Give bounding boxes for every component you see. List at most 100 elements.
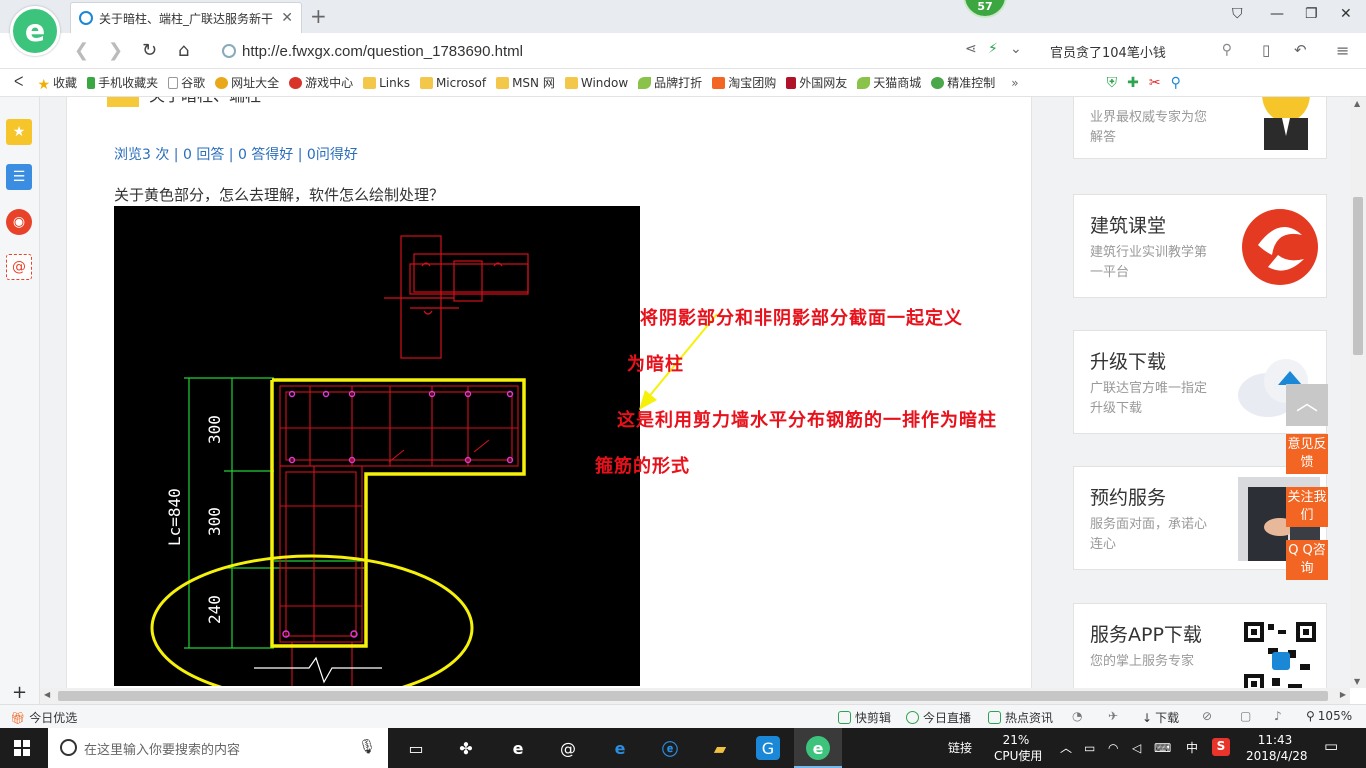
window-icon[interactable]: ▢ <box>1240 709 1251 723</box>
sogou-ime-icon[interactable]: S <box>1212 738 1230 756</box>
horizontal-scroll-thumb[interactable] <box>58 691 1328 701</box>
restore-button[interactable]: ❐ <box>1305 6 1318 22</box>
bookmark-foreign[interactable]: 外国网友 <box>786 74 847 91</box>
status-live[interactable]: 今日直播 <box>906 709 971 726</box>
scroll-left-icon[interactable]: ◀ <box>44 690 50 699</box>
keyboard-icon[interactable]: ⌨ <box>1154 740 1171 756</box>
zoom-control[interactable]: ⚲ 105% <box>1306 709 1352 723</box>
status-download[interactable]: ↓ 下载 <box>1142 709 1179 726</box>
bookmark-msn[interactable]: MSN 网 <box>496 74 555 91</box>
minimize-button[interactable]: — <box>1270 6 1284 22</box>
edge-icon[interactable]: e <box>506 736 530 760</box>
ime-indicator[interactable]: 中 <box>1186 740 1198 756</box>
home-button[interactable]: ⌂ <box>178 40 189 61</box>
app-download-card[interactable]: 服务APP下载 您的掌上服务专家 <box>1073 603 1327 688</box>
bookmark-mobile[interactable]: 手机收藏夹 <box>87 74 158 91</box>
scroll-right-icon[interactable]: ▶ <box>1340 690 1346 699</box>
building-class-card[interactable]: 建筑课堂 建筑行业实训教学第一平台 <box>1073 194 1327 298</box>
bookmark-portal[interactable]: 网址大全 <box>215 74 279 91</box>
cpu-usage[interactable]: 21% CPU使用 <box>994 732 1042 764</box>
clock[interactable]: 11:43 2018/4/28 <box>1246 732 1308 764</box>
upgrade-title: 升级下载 <box>1090 351 1167 373</box>
reader-icon[interactable]: ☰ <box>6 164 32 190</box>
sound-icon[interactable]: ♪ <box>1274 709 1282 723</box>
forward-button[interactable]: ❯ <box>108 40 123 61</box>
bookmarks-more-icon[interactable]: » <box>1011 76 1018 90</box>
close-window-button[interactable]: ✕ <box>1340 6 1352 22</box>
spiral-app-icon[interactable]: @ <box>556 736 580 760</box>
back-button[interactable]: ❮ <box>74 40 89 61</box>
follow-us-button[interactable]: 关注我们 <box>1286 487 1328 527</box>
extension-icon[interactable]: ✚ <box>1127 75 1139 91</box>
shield-icon[interactable]: ⛨ <box>1107 75 1118 91</box>
ie-alt-icon[interactable]: ⓔ <box>658 736 682 760</box>
add-sidebar-button[interactable]: + <box>12 682 27 703</box>
bookmark-precise[interactable]: 精准控制 <box>931 74 995 91</box>
status-news[interactable]: 热点资讯 <box>988 709 1053 726</box>
glodon-app-icon[interactable]: G <box>756 736 780 760</box>
rebar-detail-top <box>384 235 529 359</box>
new-tab-button[interactable]: + <box>310 4 327 28</box>
expert-card[interactable]: 业界最权威专家为您解答 <box>1073 97 1327 159</box>
favorites-icon[interactable]: ★ <box>6 119 32 145</box>
speed-icon[interactable]: ◔ <box>1072 709 1082 723</box>
today-picks[interactable]: 🎁︎ 今日优选 <box>10 709 77 726</box>
microphone-icon[interactable]: 🎙︎ <box>358 739 376 755</box>
notification-center-icon[interactable]: ▭ <box>1324 738 1338 754</box>
menu-icon[interactable]: ≡ <box>1336 41 1349 60</box>
wifi-icon[interactable]: ◠ <box>1108 740 1118 756</box>
bookmark-google[interactable]: 谷歌 <box>168 74 205 91</box>
bookmark-games[interactable]: 游戏中心 <box>289 74 353 91</box>
weibo-icon[interactable]: ◉ <box>6 209 32 235</box>
notification-badge[interactable]: 57 <box>963 0 1007 18</box>
search-icon[interactable]: ⚲ <box>1222 42 1232 58</box>
url-field[interactable]: http://e.fwxgx.com/question_1783690.html <box>222 39 952 63</box>
horizontal-scrollbar[interactable]: ◀ ▶ <box>40 688 1350 704</box>
bookmark-windows[interactable]: Window <box>564 76 628 90</box>
active-browser-task[interactable]: e <box>794 728 842 768</box>
search-box[interactable]: 官员贪了104笔小钱 ⚲ <box>1040 38 1240 64</box>
undo-icon[interactable]: ↶ <box>1294 41 1307 59</box>
chevron-down-icon[interactable]: ⌄ <box>1010 41 1022 57</box>
status-quick-edit[interactable]: 快剪辑 <box>838 709 891 726</box>
back-to-top-button[interactable]: ︿ <box>1286 384 1328 426</box>
tray-link[interactable]: 链接 <box>948 740 972 756</box>
lightning-icon[interactable]: ⚡ <box>988 41 998 57</box>
task-view-icon[interactable]: ▭ <box>404 736 428 760</box>
shirt-skin-icon[interactable]: ⛉ <box>1232 6 1243 22</box>
feedback-button[interactable]: 意见反馈 <box>1286 434 1328 474</box>
volume-icon[interactable]: ◁ <box>1132 740 1141 756</box>
vertical-scroll-thumb[interactable] <box>1353 197 1363 355</box>
scroll-up-icon[interactable]: ▲ <box>1354 99 1360 108</box>
tab-active[interactable]: 关于暗柱、端柱_广联达服务新干 ✕ <box>70 2 302 33</box>
search-tool-icon[interactable]: ⚲ <box>1171 75 1181 91</box>
browser-logo[interactable]: e <box>10 6 60 56</box>
pin-icon[interactable]: ✈ <box>1108 709 1118 723</box>
scroll-down-icon[interactable]: ▼ <box>1354 677 1360 686</box>
qq-consult-button[interactable]: Q Q咨询 <box>1286 540 1328 580</box>
mobile-icon[interactable]: ▯ <box>1262 41 1270 59</box>
bookmark-links[interactable]: Links <box>363 76 410 90</box>
question-stats[interactable]: 浏览3 次 | 0 回答 | 0 答得好 | 0问得好 <box>114 144 358 164</box>
battery-icon[interactable]: ▭ <box>1084 740 1095 756</box>
bookmark-tmall[interactable]: 天猫商城 <box>857 74 921 91</box>
scissors-icon[interactable]: ✂ <box>1149 75 1161 91</box>
bookmark-microsoft[interactable]: Microsof <box>419 76 486 90</box>
tab-close-icon[interactable]: ✕ <box>281 10 293 26</box>
taskbar-search[interactable]: 在这里输入你要搜索的内容 🎙︎ <box>48 728 388 768</box>
clean-icon[interactable]: ⊘ <box>1202 709 1212 723</box>
bookmark-taobao[interactable]: 淘宝团购 <box>712 74 776 91</box>
ie-icon[interactable]: e <box>608 736 632 760</box>
refresh-button[interactable]: ↻ <box>142 40 157 61</box>
bookmarks-collapse-icon[interactable]: ᐸ <box>14 75 23 90</box>
bookmark-brand-discount[interactable]: 品牌打折 <box>638 74 702 91</box>
mail-icon[interactable]: @ <box>6 254 32 280</box>
vertical-scrollbar[interactable]: ▲ ▼ <box>1350 97 1366 688</box>
share-icon[interactable]: ⋖ <box>965 41 977 57</box>
file-explorer-icon[interactable]: ▰ <box>708 736 732 760</box>
windows-start-icon[interactable] <box>14 740 30 756</box>
game-icon <box>289 76 303 89</box>
fan-app-icon[interactable]: ✤ <box>454 736 478 760</box>
bookmark-favorites[interactable]: ★ 收藏 <box>37 74 77 93</box>
tray-chevron-up-icon[interactable]: ︿ <box>1060 740 1072 756</box>
